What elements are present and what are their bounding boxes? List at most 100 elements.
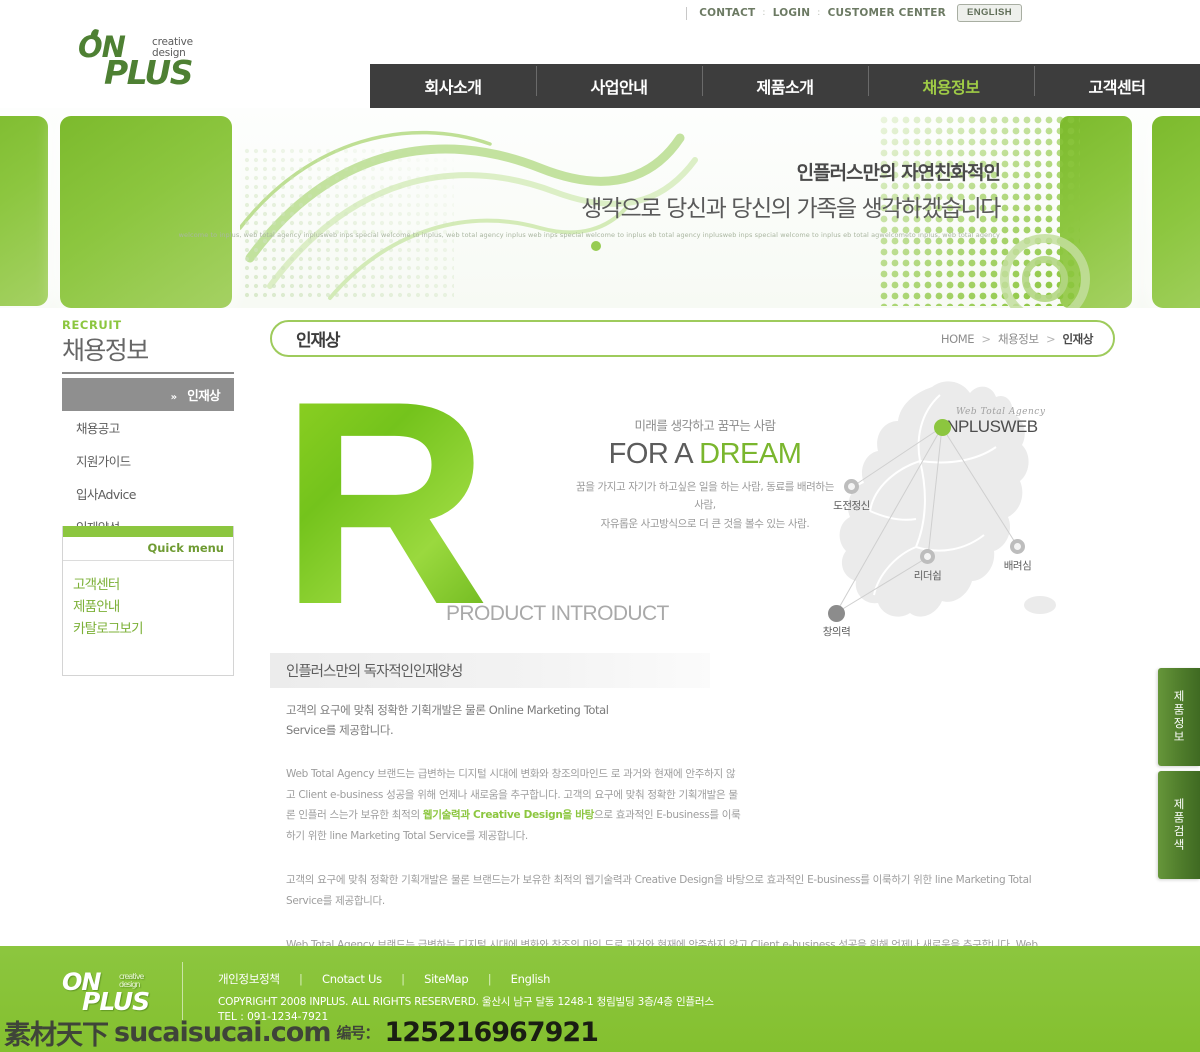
quick-menu-item-catalog[interactable]: 카탈로그보기 (73, 619, 233, 641)
language-button[interactable]: ENGLISH (956, 4, 1022, 22)
site-header: ON creative design PLUS 회사소개 사업안내 제품소개 채… (0, 26, 1200, 134)
quick-menu-item-customer-center[interactable]: 고객센터 (73, 575, 233, 597)
dream-headline-part2: DREAM (699, 438, 802, 470)
map-node-leadership: 리더쉽 (914, 549, 942, 582)
banner-subtext: welcome to inplus, web total agency inpl… (178, 231, 1000, 239)
map-node-label: 창의력 (822, 626, 851, 638)
footer-link-contact[interactable]: Cnotact Us (322, 972, 382, 986)
footer-logo[interactable]: ON creative design PLUS (62, 970, 150, 1016)
footer-logo-text: ON creative design PLUS (62, 970, 150, 1016)
utility-separator: : (817, 8, 821, 18)
page-body: RECRUIT 채용정보 » 인재상 채용공고 지원가이드 입사Advice 인… (0, 308, 1200, 972)
map-cursive-text: Web Total Agency (956, 407, 1046, 417)
chevron-right-icon: » (170, 392, 177, 403)
hero-section: R PRODUCT INTRODUCT 미래를 생각하고 꿈꾸는 사람 FOR … (270, 341, 1115, 665)
footer-logo-suffix: PLUS (82, 987, 150, 1016)
map-node-marker-gray (828, 605, 845, 622)
sidebar-menu: » 인재상 채용공고 지원가이드 입사Advice 인재양성 (62, 378, 234, 543)
nav-item-recruit[interactable]: 채용정보 (868, 66, 1034, 98)
map-node-consideration: 배려심 (1004, 539, 1032, 572)
watermark-label: 编号： (336, 1023, 380, 1042)
banner-headline-1: 인플러스만의 자연친화적인 (796, 162, 1001, 184)
map-node-marker-green (934, 419, 951, 436)
decor-green-block (0, 116, 48, 306)
map-brand-label: Web Total Agency INPLUSWEB (942, 407, 1045, 437)
watermark-site-text: sucaisucai.com (114, 1016, 331, 1048)
sidebar-divider (62, 372, 234, 374)
nav-item-products[interactable]: 제품소개 (702, 66, 868, 98)
site-logo[interactable]: ON creative design PLUS (78, 28, 193, 92)
side-tab-product-info[interactable]: 제품정보 (1158, 668, 1200, 766)
logo-suffix: PLUS (104, 53, 193, 92)
quick-menu-list: 고객센터 제품안내 카탈로그보기 (63, 561, 233, 675)
map-node-creativity: 창의력 (823, 605, 851, 638)
banner-headline-2: 생각으로 당신과 당신의 가족을 생각하겠습니다 (581, 196, 1001, 222)
map-node-label: 배려심 (1003, 560, 1032, 572)
decor-ring-inner (1022, 256, 1068, 302)
sidebar-item-label: 인재상 (187, 388, 220, 403)
quick-menu-item-product-guide[interactable]: 제품안내 (73, 597, 233, 619)
footer-link-separator: | (487, 972, 492, 986)
footer-copyright: COPYRIGHT 2008 INPLUS. ALL RIGHTS RESERV… (218, 996, 714, 1008)
nav-items: 회사소개 사업안내 제품소개 채용정보 고객센터 (370, 64, 1200, 108)
utility-link-customer-center[interactable]: CUSTOMER CENTER (828, 7, 946, 19)
decor-green-block (1152, 116, 1200, 308)
utility-divider (686, 6, 688, 20)
logo-text: ON creative design PLUS (78, 28, 193, 92)
visual-banner: 인플러스만의 자연친화적인 생각으로 당신과 당신의 가족을 생각하겠습니다 w… (0, 108, 1200, 308)
footer-links: 개인정보정책 | Cnotact Us | SiteMap | English (218, 971, 550, 987)
side-tab-product-search[interactable]: 제품검색 (1158, 771, 1200, 879)
utility-link-contact[interactable]: CONTACT (699, 7, 755, 19)
sidebar-item-apply-guide[interactable]: 지원가이드 (62, 444, 234, 477)
breadcrumb: HOME > 채용정보 > 인재상 (941, 331, 1094, 347)
section-lead-line1: 고객의 요구에 맞춰 정확한 기획개발은 물론 Online Marketing… (286, 703, 609, 717)
sidebar-item-talent[interactable]: » 인재상 (62, 378, 234, 411)
section-lead: 고객의 요구에 맞춰 정확한 기획개발은 물론 Online Marketing… (270, 688, 1115, 740)
map-node-challenge: 도전정신 (833, 479, 870, 512)
footer-link-privacy[interactable]: 개인정보정책 (218, 972, 280, 986)
utility-link-login[interactable]: LOGIN (773, 7, 811, 19)
breadcrumb-home[interactable]: HOME (941, 332, 975, 346)
left-sidebar: RECRUIT 채용정보 » 인재상 채용공고 지원가이드 입사Advice 인… (62, 318, 234, 543)
product-introduct-label: PRODUCT INTRODUCT (446, 602, 669, 625)
section-lead-line2: Service를 제공합니다. (286, 723, 394, 738)
nav-item-company[interactable]: 회사소개 (370, 74, 536, 98)
sidebar-kor-title: 채용정보 (62, 336, 149, 365)
body-paragraph-2: 고객의 요구에 맞춰 정확한 기획개발은 물론 브랜드는가 보유한 최적의 웹기… (286, 874, 1032, 907)
side-tab-label: 제품검색 (1172, 798, 1186, 852)
footer-link-separator: | (299, 972, 303, 986)
map-node-marker-ring (920, 549, 935, 564)
utility-separator: : (762, 8, 766, 18)
logo-tagline: creative design (152, 36, 193, 59)
nav-item-business[interactable]: 사업안내 (536, 66, 702, 98)
breadcrumb-parent[interactable]: 채용정보 (998, 332, 1039, 346)
quick-menu-accent-bar (63, 526, 233, 537)
sidebar-item-advice[interactable]: 입사Advice (62, 477, 234, 510)
main-content: 인재상 HOME > 채용정보 > 인재상 R PRODUCT INTRODUC… (270, 320, 1115, 976)
korea-map-graphic: Web Total Agency INPLUSWEB 도전정신 창의력 리더쉽 (800, 369, 1100, 649)
map-node-marker-ring (1010, 539, 1025, 554)
sidebar-item-job-posting[interactable]: 채용공고 (62, 411, 234, 444)
breadcrumb-current: 인재상 (1062, 331, 1093, 346)
map-node-label: 도전정신 (833, 500, 870, 512)
breadcrumb-separator: > (1045, 331, 1056, 346)
map-node-label: 리더쉽 (913, 570, 942, 582)
footer-link-sitemap[interactable]: SiteMap (424, 972, 469, 986)
right-side-tabs: 제품정보 제품검색 (1158, 668, 1200, 879)
footer-logo-tagline: creative design (119, 972, 144, 989)
nav-item-customer-center[interactable]: 고객센터 (1034, 66, 1200, 98)
body-paragraph-1: Web Total Agency 브랜드는 급변하는 디지털 시대에 변화와 창… (270, 740, 742, 846)
banner-text: 인플러스만의 자연친화적인 생각으로 당신과 당신의 가족을 생각하겠습니다 w… (178, 158, 1002, 241)
footer-link-separator: | (401, 972, 405, 986)
paragraph-1-highlight: 웹기술력과 Creative Design을 바탕 (422, 809, 594, 822)
stock-site-watermark: 素材天下 sucaisucai.com 编号： 125216967921 (0, 1012, 1200, 1052)
sidebar-eng-title: RECRUIT (62, 318, 122, 332)
watermark-number: 125216967921 (384, 1016, 599, 1048)
big-letter-graphic: R (280, 341, 490, 665)
site-footer: ON creative design PLUS 개인정보정책 | Cnotact… (0, 946, 1200, 1052)
map-brand-text: INPLUSWEB (942, 417, 1038, 436)
footer-link-english[interactable]: English (511, 972, 551, 986)
utility-bar: CONTACT : LOGIN : CUSTOMER CENTER ENGLIS… (0, 0, 1200, 26)
watermark-cn-text: 素材天下 (4, 1019, 109, 1051)
quick-menu-title: Quick menu (63, 537, 233, 561)
